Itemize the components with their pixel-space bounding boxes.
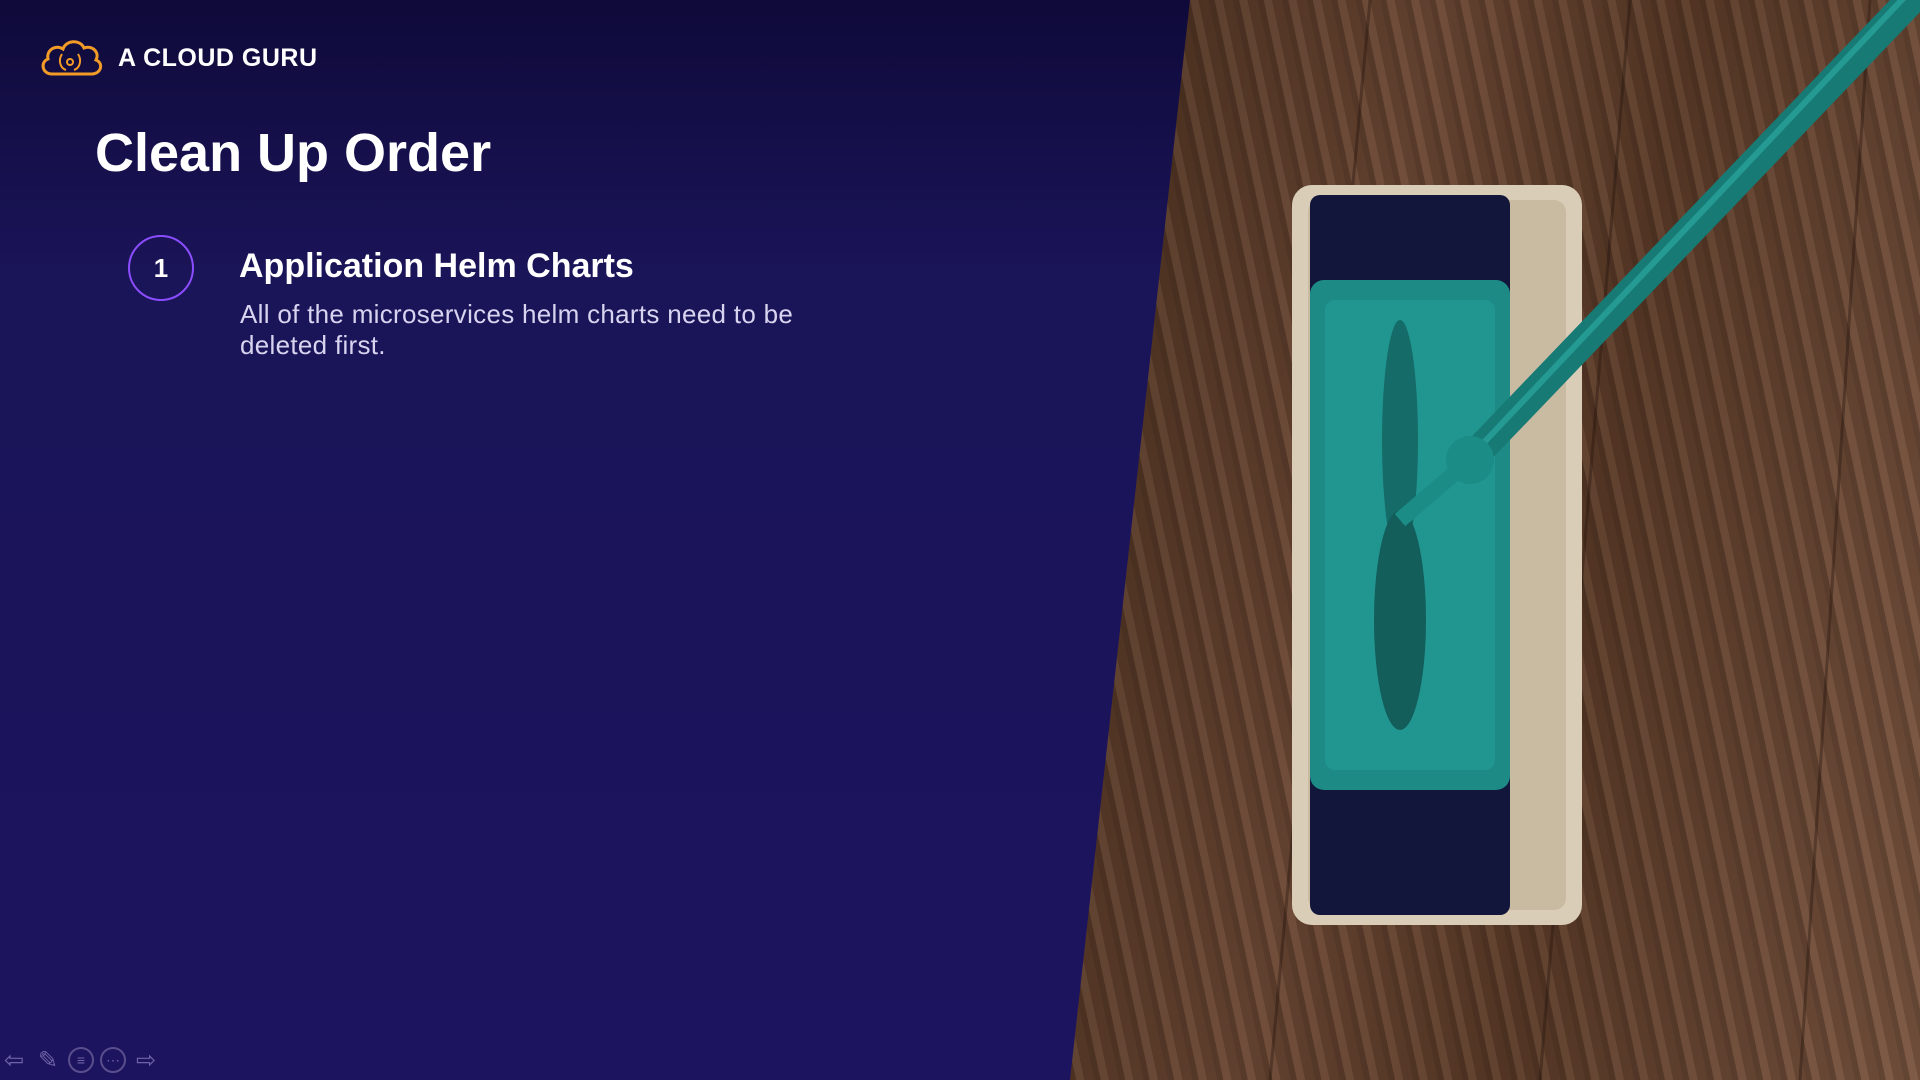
brand-name: A CLOUD GURU: [118, 43, 318, 72]
pen-icon[interactable]: ✎: [34, 1047, 62, 1074]
step-number-badge: 1: [128, 235, 194, 301]
cloud-logo-icon: [41, 40, 103, 76]
menu-icon[interactable]: ≡: [68, 1047, 94, 1073]
step-title: Application Helm Charts: [239, 247, 634, 285]
slide-title: Clean Up Order: [95, 123, 492, 183]
mop-photo: [1070, 0, 1920, 1080]
next-arrow-icon[interactable]: ⇨: [132, 1047, 160, 1074]
step-description: All of the microservices helm charts nee…: [240, 299, 794, 360]
brand-logo: A CLOUD GURU: [38, 34, 318, 82]
prev-arrow-icon[interactable]: ⇦: [0, 1047, 28, 1074]
presentation-controls: ⇦ ✎ ≡ ⋯ ⇨: [0, 1047, 160, 1074]
more-icon[interactable]: ⋯: [100, 1047, 126, 1073]
